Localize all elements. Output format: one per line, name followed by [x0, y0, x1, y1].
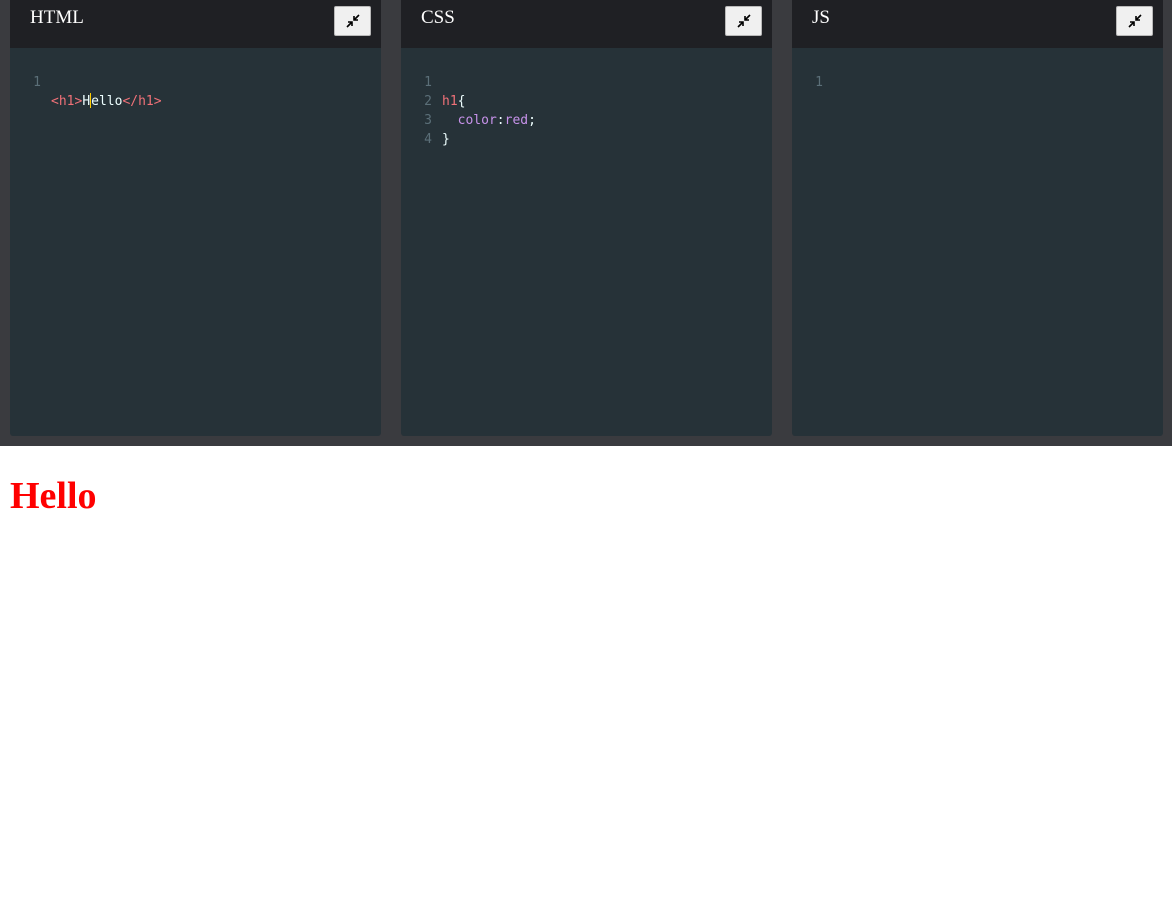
- collapse-arrows-icon: [736, 14, 751, 28]
- html-panel-header: HTML: [10, 0, 381, 48]
- code-text: <h1>Hello</h1>: [51, 92, 162, 111]
- code-line: 4: [401, 111, 772, 147]
- js-panel-header: JS: [792, 0, 1163, 48]
- code-line: 2 color:red;: [401, 73, 772, 128]
- js-code-editor[interactable]: 1: [792, 54, 1163, 90]
- code-line: 1 <h1>Hello</h1>: [10, 54, 381, 109]
- html-collapse-button[interactable]: [334, 6, 371, 36]
- html-open-tag: <h1>: [51, 94, 83, 109]
- js-editor-panel: JS 1: [792, 0, 1163, 436]
- collapse-arrows-icon: [1127, 14, 1142, 28]
- html-panel-title: HTML: [30, 7, 84, 28]
- css-editor-panel: CSS 1 h1{ 2 color:red; 3 } 4: [401, 0, 772, 436]
- line-number: 1: [33, 75, 41, 90]
- html-close-tag: </h1>: [122, 94, 162, 109]
- code-line: 3 }: [401, 92, 772, 147]
- editor-strip: HTML 1 <h1>Hello</h1> CSS 1 h1{2 color:…: [0, 0, 1172, 446]
- line-number: 4: [424, 132, 432, 147]
- css-collapse-button[interactable]: [725, 6, 762, 36]
- css-code-editor[interactable]: 1 h1{ 2 color:red; 3 } 4: [401, 54, 772, 147]
- css-panel-title: CSS: [421, 7, 455, 28]
- code-line: 1 h1{: [401, 54, 772, 109]
- collapse-arrows-icon: [345, 14, 360, 28]
- code-line: 1: [792, 54, 1163, 90]
- preview-heading: Hello: [10, 475, 97, 517]
- js-collapse-button[interactable]: [1116, 6, 1153, 36]
- html-editor-panel: HTML 1 <h1>Hello</h1>: [10, 0, 381, 436]
- line-number: 1: [815, 75, 823, 90]
- html-text-part-2: ello: [91, 94, 123, 109]
- css-panel-header: CSS: [401, 0, 772, 48]
- html-code-editor[interactable]: 1 <h1>Hello</h1>: [10, 54, 381, 109]
- html-text-part-1: H: [82, 94, 91, 109]
- js-panel-title: JS: [812, 7, 830, 28]
